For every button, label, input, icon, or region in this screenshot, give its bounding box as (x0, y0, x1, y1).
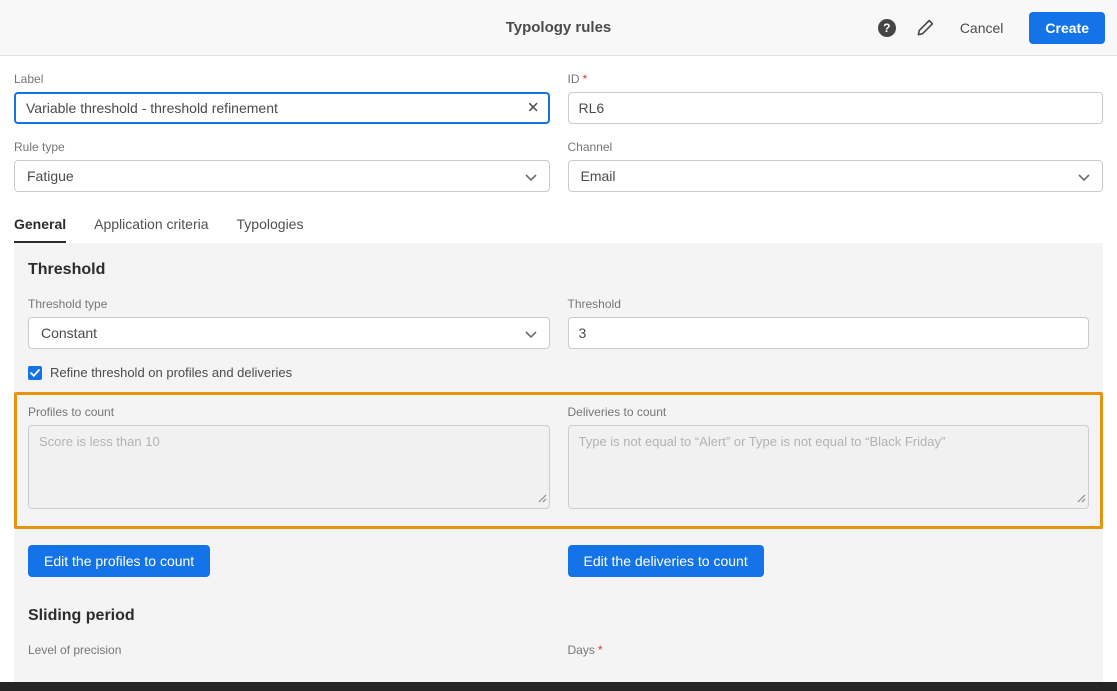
threshold-type-field: Threshold type Constant (28, 281, 550, 349)
chevron-down-icon (525, 168, 537, 184)
label-input[interactable] (14, 92, 550, 124)
rule-type-label: Rule type (14, 140, 550, 154)
cancel-button[interactable]: Cancel (954, 16, 1010, 40)
channel-field: Channel Email (568, 124, 1104, 192)
rule-type-value: Fatigue (27, 168, 74, 184)
threshold-type-label: Threshold type (28, 297, 550, 311)
deliveries-to-count-label: Deliveries to count (568, 405, 1090, 419)
help-icon[interactable]: ? (878, 19, 896, 37)
required-asterisk: * (583, 72, 588, 86)
profiles-to-count-textarea[interactable] (28, 425, 550, 509)
threshold-type-select[interactable]: Constant (28, 317, 550, 349)
label-field-label: Label (14, 72, 550, 86)
header: Typology rules ? Cancel Create (0, 0, 1117, 56)
required-asterisk: * (598, 643, 603, 657)
profiles-to-count-field: Profiles to count (28, 395, 550, 512)
id-field-label: ID* (568, 72, 1104, 86)
threshold-field: Threshold (568, 281, 1090, 349)
bottom-edge-bar (0, 682, 1117, 691)
channel-label: Channel (568, 140, 1104, 154)
tab-bar: General Application criteria Typologies (14, 216, 1103, 243)
profiles-to-count-label: Profiles to count (28, 405, 550, 419)
threshold-input[interactable] (568, 317, 1090, 349)
create-button[interactable]: Create (1029, 12, 1105, 44)
tab-typologies[interactable]: Typologies (237, 216, 304, 243)
deliveries-to-count-field: Deliveries to count (568, 395, 1090, 512)
edit-deliveries-button[interactable]: Edit the deliveries to count (568, 545, 764, 577)
level-of-precision-label: Level of precision (28, 643, 550, 657)
typology-rule-editor: Typology rules ? Cancel Create Label ✕ I… (0, 0, 1117, 687)
refine-threshold-checkbox-row: Refine threshold on profiles and deliver… (28, 365, 1089, 380)
channel-value: Email (581, 168, 616, 184)
threshold-label: Threshold (568, 297, 1090, 311)
edit-profiles-button[interactable]: Edit the profiles to count (28, 545, 210, 577)
level-of-precision-field: Level of precision (28, 627, 550, 663)
chevron-down-icon (1078, 168, 1090, 184)
page-title: Typology rules (506, 19, 612, 36)
refine-threshold-checkbox-label: Refine threshold on profiles and deliver… (50, 365, 292, 380)
resize-handle-icon[interactable] (538, 490, 547, 506)
rule-type-field: Rule type Fatigue (14, 124, 550, 192)
rule-form: Label ✕ ID* Rule type Fatigue (0, 56, 1117, 687)
tab-general[interactable]: General (14, 216, 66, 243)
rule-type-select[interactable]: Fatigue (14, 160, 550, 192)
edit-pencil-icon[interactable] (916, 19, 934, 37)
threshold-section-title: Threshold (28, 261, 1089, 279)
refine-threshold-checkbox[interactable] (28, 366, 42, 380)
id-input[interactable] (568, 92, 1104, 124)
threshold-type-value: Constant (41, 325, 97, 341)
id-field: ID* (568, 56, 1104, 124)
clear-icon[interactable]: ✕ (527, 101, 540, 116)
label-field: Label ✕ (14, 56, 550, 124)
channel-select[interactable]: Email (568, 160, 1104, 192)
deliveries-to-count-textarea[interactable] (568, 425, 1090, 509)
chevron-down-icon (525, 325, 537, 341)
general-tab-panel: Threshold Threshold type Constant Thresh… (14, 243, 1103, 687)
highlight-annotation-box: Profiles to count Deliveries to count (14, 392, 1103, 529)
header-actions: ? Cancel Create (878, 0, 1105, 56)
days-field: Days* (568, 627, 1090, 663)
tab-application-criteria[interactable]: Application criteria (94, 216, 208, 243)
edit-buttons-row: Edit the profiles to count Edit the deli… (28, 545, 1089, 577)
sliding-period-section-title: Sliding period (28, 607, 1089, 625)
resize-handle-icon[interactable] (1077, 490, 1086, 506)
days-label: Days* (568, 643, 1090, 657)
